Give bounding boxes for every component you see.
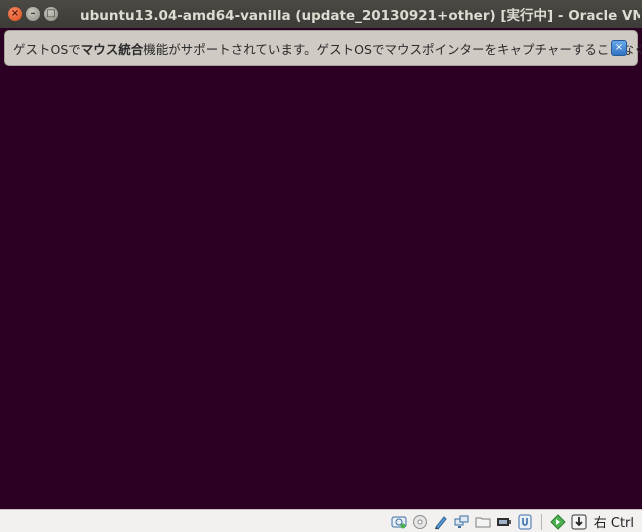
status-separator bbox=[540, 513, 542, 530]
notification-text-suffix: 機能がサポートされています。ゲストOSでマウスポインターをキャプチャーすることな… bbox=[143, 41, 642, 57]
window-title: ubuntu13.04-amd64-vanilla (update_201309… bbox=[80, 8, 640, 24]
mouse-integration-icon[interactable] bbox=[550, 513, 566, 530]
usb-pen-icon[interactable] bbox=[433, 514, 449, 530]
minimize-window-button[interactable]: – bbox=[26, 7, 40, 21]
window-controls: × – □ bbox=[8, 7, 58, 21]
mouse-integration-notification: ゲストOSでマウス統合機能がサポートされています。ゲストOSでマウスポインターを… bbox=[4, 30, 642, 66]
close-window-button[interactable]: × bbox=[8, 7, 22, 21]
title-bar[interactable]: × – □ ubuntu13.04-amd64-vanilla (update_… bbox=[0, 0, 642, 28]
maximize-window-button[interactable]: □ bbox=[44, 7, 58, 21]
notification-message: ゲストOSでマウス統合機能がサポートされています。ゲストOSでマウスポインターを… bbox=[13, 39, 642, 58]
display-icon[interactable] bbox=[496, 514, 512, 530]
keyboard-capture-icon[interactable] bbox=[571, 514, 587, 530]
notification-text-bold: マウス統合 bbox=[80, 41, 144, 57]
hard-disk-icon[interactable] bbox=[391, 514, 407, 530]
usb-device-icon[interactable] bbox=[517, 514, 533, 530]
status-icons: 右 Ctrl bbox=[391, 512, 634, 531]
notification-close-button[interactable]: × bbox=[611, 40, 627, 56]
guest-display[interactable] bbox=[0, 68, 642, 509]
network-icon[interactable] bbox=[454, 514, 470, 530]
host-key-label: 右 Ctrl bbox=[593, 516, 634, 531]
shared-folder-icon[interactable] bbox=[475, 514, 491, 530]
status-bar: 右 Ctrl bbox=[0, 509, 642, 532]
optical-drive-icon[interactable] bbox=[412, 514, 428, 530]
virtualbox-window: × – □ ubuntu13.04-amd64-vanilla (update_… bbox=[0, 0, 642, 532]
notification-text-prefix: ゲストOSで bbox=[13, 41, 81, 57]
